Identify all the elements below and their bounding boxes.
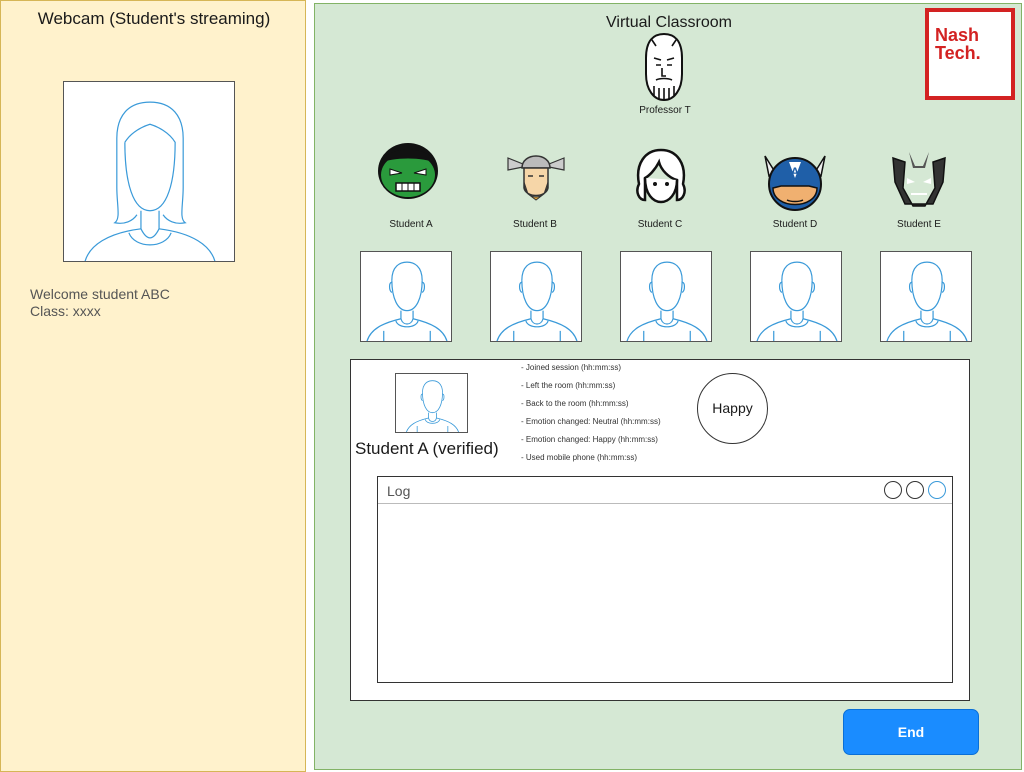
person-placeholder-icon [621,252,712,342]
bald-bearded-professor-icon[interactable] [634,32,694,102]
window-control-circle-icon[interactable] [906,481,924,499]
student-a-camera[interactable] [360,251,452,342]
event-item: - Back to the room (hh:mm:ss) [521,399,629,408]
person-placeholder-icon [491,252,582,342]
student-name-b: Student B [513,219,557,230]
captain-america-avatar-icon[interactable]: A [759,152,831,216]
person-placeholder-icon [361,252,452,342]
welcome-text: Welcome student ABC [30,286,170,302]
student-name-a: Student A [389,219,433,230]
person-placeholder-icon [881,252,972,342]
selected-student-camera [395,373,468,433]
emotion-indicator: Happy [697,373,768,444]
log-header: Log [378,477,952,504]
selected-student-label: Student A (verified) [355,439,499,458]
ultron-avatar-icon[interactable] [883,148,955,212]
log-window: Log [377,476,953,683]
window-control-circle-icon[interactable] [884,481,902,499]
student-name-e: Student E [897,219,941,230]
student-webcam-feed [63,81,235,262]
person-placeholder-icon [751,252,842,342]
event-item: - Emotion changed: Happy (hh:mm:ss) [521,435,658,444]
person-placeholder-icon [396,374,468,433]
logo-line-1: Nash [935,25,980,45]
professor-name: Professor T [639,105,691,116]
webcam-panel: Webcam (Student's streaming) Welcome stu… [0,0,306,772]
welcome-message: Welcome student ABC Class: xxxx [30,286,170,320]
end-session-button[interactable]: End [843,709,979,755]
class-info: Class: xxxx [30,303,101,319]
nashtech-logo: Nash Tech. [925,8,1015,100]
student-b-camera[interactable] [490,251,582,342]
logo-line-2: Tech. [935,43,981,63]
student-c-camera[interactable] [620,251,712,342]
student-e-camera[interactable] [880,251,972,342]
activity-event-list: - Joined session (hh:mm:ss) - Left the r… [521,363,661,471]
log-content-area[interactable] [378,505,952,682]
student-name-c: Student C [637,219,683,230]
hulk-avatar-icon[interactable] [372,137,444,201]
event-item: - Left the room (hh:mm:ss) [521,381,616,390]
svg-text:A: A [791,165,800,179]
girl-outline-avatar-icon[interactable] [625,144,697,208]
student-name-d: Student D [772,219,818,230]
person-placeholder-icon [64,82,235,262]
thor-avatar-icon[interactable] [500,144,572,208]
virtual-classroom-panel: Virtual Classroom Nash Tech. Professor T… [314,3,1022,770]
window-control-circle-icon[interactable] [928,481,946,499]
webcam-panel-title: Webcam (Student's streaming) [37,9,271,28]
classroom-title: Virtual Classroom [606,14,732,31]
event-item: - Joined session (hh:mm:ss) [521,363,622,372]
student-detail-panel: Student A (verified) - Joined session (h… [350,359,970,701]
log-title: Log [387,483,411,499]
student-d-camera[interactable] [750,251,842,342]
event-item: - Emotion changed: Neutral (hh:mm:ss) [521,417,661,426]
event-item: - Used mobile phone (hh:mm:ss) [521,453,638,462]
